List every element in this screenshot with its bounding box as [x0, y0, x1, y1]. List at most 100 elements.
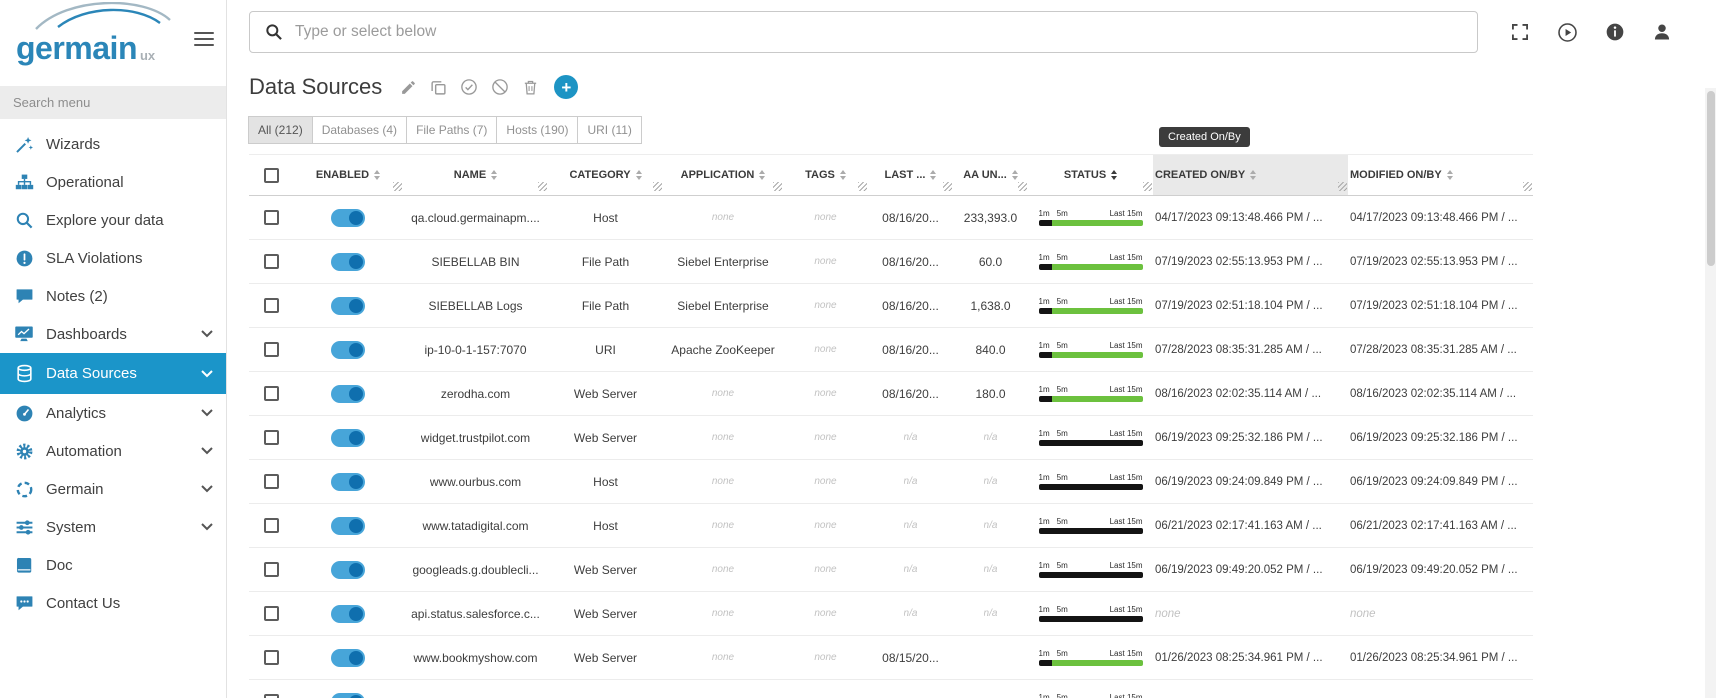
fullscreen-icon[interactable]	[1510, 22, 1530, 42]
select-all-checkbox[interactable]	[264, 168, 279, 183]
enabled-toggle[interactable]	[331, 693, 365, 698]
column-resize-handle[interactable]	[858, 182, 867, 191]
enabled-toggle[interactable]	[331, 341, 365, 359]
sort-icon[interactable]	[491, 170, 497, 181]
column-resize-handle[interactable]	[1018, 182, 1027, 191]
info-icon[interactable]	[1605, 22, 1625, 42]
row-checkbox[interactable]	[264, 518, 279, 533]
row-checkbox[interactable]	[264, 562, 279, 577]
tab-file-paths[interactable]: File Paths (7)	[406, 116, 497, 144]
sort-icon[interactable]	[930, 170, 936, 181]
column-header-modified[interactable]: MODIFIED ON/BY	[1348, 155, 1533, 195]
sort-icon[interactable]	[636, 170, 642, 181]
disable-circle-icon[interactable]	[491, 78, 509, 96]
column-resize-handle[interactable]	[1338, 182, 1347, 191]
status-label-5m: 5m	[1057, 253, 1068, 263]
column-header-last[interactable]: LAST ...	[868, 155, 953, 195]
sidebar-item-contact-us[interactable]: Contact Us	[0, 584, 226, 622]
hamburger-menu-icon[interactable]	[194, 28, 214, 50]
column-header-name[interactable]: NAME	[403, 155, 548, 195]
column-resize-handle[interactable]	[1523, 182, 1532, 191]
add-button[interactable]: +	[554, 75, 578, 99]
global-search-input[interactable]	[295, 23, 1463, 41]
enabled-toggle[interactable]	[331, 517, 365, 535]
column-resize-handle[interactable]	[653, 182, 662, 191]
table-row: widget.trustpilot.com Web Server none no…	[249, 416, 1533, 460]
sort-icon[interactable]	[1012, 170, 1018, 181]
copy-icon[interactable]	[430, 79, 447, 96]
row-checkbox[interactable]	[264, 254, 279, 269]
enabled-toggle[interactable]	[331, 429, 365, 447]
tab-databases[interactable]: Databases (4)	[312, 116, 407, 144]
enabled-toggle[interactable]	[331, 253, 365, 271]
sort-icon[interactable]	[1111, 170, 1117, 181]
row-checkbox[interactable]	[264, 606, 279, 621]
enabled-toggle[interactable]	[331, 649, 365, 667]
sort-icon[interactable]	[1447, 170, 1453, 181]
tab-hosts[interactable]: Hosts (190)	[496, 116, 578, 144]
enabled-toggle[interactable]	[331, 209, 365, 227]
play-circle-icon[interactable]	[1557, 22, 1578, 43]
aa-units-cell: n/a	[984, 476, 998, 487]
row-checkbox[interactable]	[264, 474, 279, 489]
column-header-category[interactable]: CATEGORY	[548, 155, 663, 195]
sidebar-item-dashboards[interactable]: Dashboards	[0, 315, 226, 353]
sort-icon[interactable]	[374, 170, 380, 181]
sidebar-item-explore-your-data[interactable]: Explore your data	[0, 201, 226, 239]
edit-icon[interactable]	[400, 79, 417, 96]
column-header-application[interactable]: APPLICATION	[663, 155, 783, 195]
enabled-toggle[interactable]	[331, 473, 365, 491]
column-header-aa-units[interactable]: AA UN...	[953, 155, 1028, 195]
row-checkbox[interactable]	[264, 650, 279, 665]
column-header-status[interactable]: STATUS	[1028, 155, 1153, 195]
vertical-scrollbar[interactable]	[1705, 88, 1716, 698]
search-icon	[264, 22, 284, 42]
sidebar-item-germain[interactable]: Germain	[0, 470, 226, 508]
sidebar-item-analytics[interactable]: Analytics	[0, 394, 226, 432]
enabled-toggle[interactable]	[331, 605, 365, 623]
sort-icon[interactable]	[1250, 170, 1256, 181]
approve-circle-icon[interactable]	[460, 78, 478, 96]
sidebar-item-wizards[interactable]: Wizards	[0, 125, 226, 163]
name-cell: SIEBELLAB Logs	[428, 299, 522, 313]
created-cell: 06/19/2023 09:49:20.052 PM / ...	[1155, 564, 1323, 576]
sidebar-item-sla-violations[interactable]: SLA Violations	[0, 239, 226, 277]
enabled-toggle[interactable]	[331, 297, 365, 315]
sort-icon[interactable]	[840, 170, 846, 181]
row-checkbox[interactable]	[264, 694, 279, 698]
category-cell: Web Server	[574, 651, 637, 665]
column-resize-handle[interactable]	[393, 182, 402, 191]
user-icon[interactable]	[1652, 22, 1672, 42]
sidebar-search-input[interactable]	[13, 95, 213, 110]
column-resize-handle[interactable]	[773, 182, 782, 191]
scrollbar-thumb[interactable]	[1707, 91, 1715, 266]
column-header-tags[interactable]: TAGS	[783, 155, 868, 195]
enabled-toggle[interactable]	[331, 385, 365, 403]
column-header-enabled[interactable]: ENABLED	[293, 155, 403, 195]
sidebar-item-automation[interactable]: Automation	[0, 432, 226, 470]
tab-all[interactable]: All (212)	[248, 116, 313, 144]
row-checkbox[interactable]	[264, 386, 279, 401]
sidebar-item-doc[interactable]: Doc	[0, 546, 226, 584]
modified-cell: 01/26/2023 08:25:34.961 PM / ...	[1350, 652, 1518, 664]
sidebar-item-system[interactable]: System	[0, 508, 226, 546]
status-label-1m: 1m	[1039, 209, 1050, 219]
row-checkbox[interactable]	[264, 210, 279, 225]
column-resize-handle[interactable]	[943, 182, 952, 191]
tab-uri[interactable]: URI (11)	[577, 116, 641, 144]
sidebar-item-operational[interactable]: Operational	[0, 163, 226, 201]
row-checkbox[interactable]	[264, 342, 279, 357]
sidebar-item-data-sources[interactable]: Data Sources	[0, 353, 226, 394]
sidebar-item-notes[interactable]: Notes (2)	[0, 277, 226, 315]
delete-trash-icon[interactable]	[522, 79, 539, 96]
comment-icon	[13, 285, 35, 307]
application-cell: none	[712, 476, 734, 487]
column-header-created[interactable]: CREATED ON/BY	[1153, 155, 1348, 195]
column-resize-handle[interactable]	[1143, 182, 1152, 191]
row-checkbox[interactable]	[264, 298, 279, 313]
sidebar-item-label: Dashboards	[46, 326, 127, 343]
enabled-toggle[interactable]	[331, 561, 365, 579]
sort-icon[interactable]	[759, 170, 765, 181]
row-checkbox[interactable]	[264, 430, 279, 445]
column-resize-handle[interactable]	[538, 182, 547, 191]
